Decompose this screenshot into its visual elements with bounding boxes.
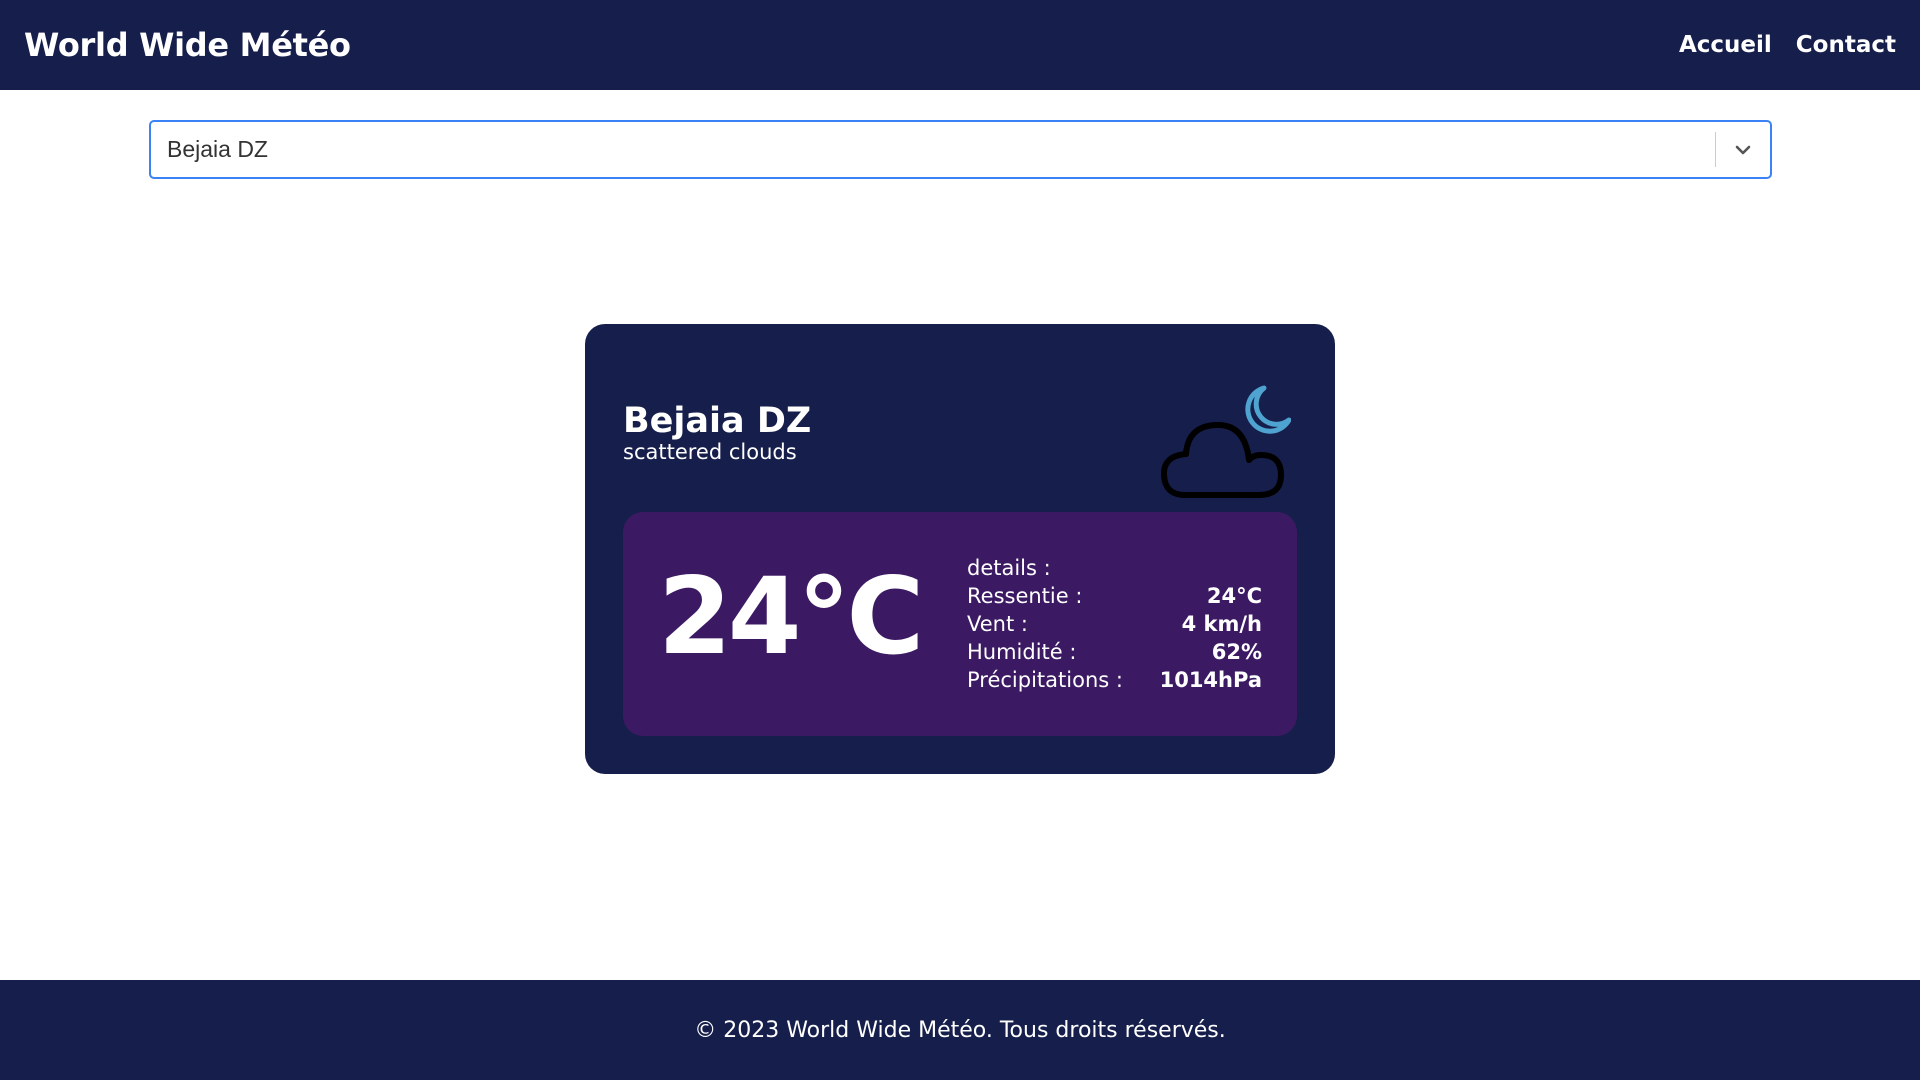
detail-row-feels-like: Ressentie : 24°C (967, 582, 1262, 610)
nav-link-accueil[interactable]: Accueil (1679, 32, 1772, 58)
weather-description: scattered clouds (623, 440, 797, 464)
cloud-moon-icon (1160, 378, 1292, 503)
weather-city: Bejaia DZ (623, 401, 812, 441)
detail-label: Humidité : (967, 640, 1077, 664)
copyright-text: © 2023 World Wide Météo. Tous droits rés… (694, 1017, 1226, 1043)
weather-details-panel: 24°C details : Ressentie : 24°C Vent : 4… (623, 512, 1297, 736)
detail-value: 1014hPa (1159, 668, 1262, 692)
nav-link-contact[interactable]: Contact (1796, 32, 1896, 58)
city-select[interactable]: Bejaia DZ (149, 120, 1772, 179)
detail-value: 62% (1211, 640, 1262, 664)
weather-card: Bejaia DZ scattered clouds 24°C details … (585, 324, 1335, 774)
detail-row-humidity: Humidité : 62% (967, 638, 1262, 666)
detail-label: Vent : (967, 612, 1028, 636)
detail-label: Précipitations : (967, 668, 1123, 692)
main-nav: Accueil Contact (1679, 32, 1896, 58)
detail-label: Ressentie : (967, 584, 1083, 608)
site-footer: © 2023 World Wide Météo. Tous droits rés… (0, 980, 1920, 1080)
details-list: details : Ressentie : 24°C Vent : 4 km/h… (967, 554, 1262, 694)
detail-row-wind: Vent : 4 km/h (967, 610, 1262, 638)
site-header: World Wide Météo Accueil Contact (0, 0, 1920, 90)
detail-row-pressure: Précipitations : 1014hPa (967, 666, 1262, 694)
details-title: details : (967, 556, 1051, 580)
site-brand[interactable]: World Wide Météo (24, 26, 351, 64)
detail-value: 24°C (1206, 584, 1262, 608)
city-select-value: Bejaia DZ (167, 136, 268, 162)
current-temperature: 24°C (658, 555, 924, 678)
detail-value: 4 km/h (1181, 612, 1262, 636)
chevron-down-icon[interactable] (1716, 122, 1770, 177)
